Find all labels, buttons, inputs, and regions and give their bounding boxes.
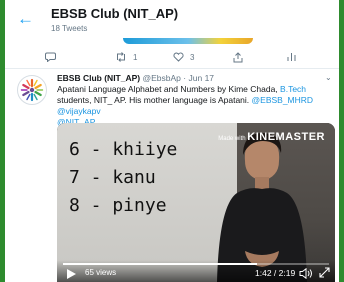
- divider: [5, 68, 339, 69]
- author-handle[interactable]: @EbsbAp: [143, 73, 181, 83]
- slide-line: 8 - pinye: [69, 195, 167, 216]
- tweet-text-part: students, NIT_ AP. His mother language i…: [57, 95, 252, 105]
- club-logo-icon: [20, 78, 44, 102]
- retweet-icon: [117, 52, 125, 62]
- like-button[interactable]: 3: [173, 52, 194, 62]
- link-btech[interactable]: B.Tech: [280, 84, 306, 94]
- progress-bar[interactable]: [63, 263, 329, 265]
- share-button[interactable]: [233, 52, 243, 63]
- view-count: 65 views: [85, 268, 117, 277]
- watermark-small-text: Made with: [218, 136, 246, 142]
- analytics-icon: [287, 53, 296, 61]
- heart-icon: [173, 52, 184, 62]
- author-name[interactable]: EBSB Club (NIT_AP): [57, 73, 140, 83]
- reply-button[interactable]: [45, 52, 56, 62]
- chevron-down-icon[interactable]: ⌄: [325, 73, 332, 82]
- kinemaster-watermark: Made with KINEMASTER: [218, 131, 325, 143]
- slide-line: 7 - kanu: [69, 167, 156, 188]
- profile-title: EBSB Club (NIT_AP): [51, 6, 179, 21]
- mention-vijaykapv[interactable]: @vijaykapv: [57, 106, 101, 116]
- slide-line: 6 - khiiye: [69, 139, 178, 160]
- tweet-text-part: Apatani Language Alphabet and Numbers by…: [57, 84, 281, 94]
- volume-icon[interactable]: [299, 268, 313, 279]
- tweet-date[interactable]: Jun 17: [189, 73, 215, 83]
- watermark-brand: KINEMASTER: [247, 131, 325, 143]
- share-icon: [233, 52, 243, 63]
- progress-fill: [63, 263, 258, 265]
- tweet-header: EBSB Club (NIT_AP) @EbsbAp · Jun 17: [57, 73, 214, 83]
- retweet-button[interactable]: 1: [115, 52, 137, 62]
- like-count: 3: [190, 52, 195, 62]
- previous-tweet-actions: 1 3: [45, 52, 335, 66]
- reply-icon: [45, 52, 56, 62]
- retweet-count: 1: [133, 52, 138, 62]
- back-arrow-icon[interactable]: ←: [17, 10, 34, 27]
- analytics-button[interactable]: [287, 52, 296, 61]
- twitter-window: ← EBSB Club (NIT_AP) 18 Tweets 1 3 EBSB …: [5, 0, 339, 282]
- previous-tweet-image[interactable]: [123, 38, 253, 44]
- video-player[interactable]: 6 - khiiye 7 - kanu 8 - pinye Made with …: [57, 123, 335, 282]
- tweet-count: 18 Tweets: [51, 24, 88, 33]
- dot-separator: ·: [183, 73, 187, 83]
- fullscreen-icon[interactable]: [319, 267, 330, 278]
- play-icon[interactable]: [67, 269, 76, 279]
- avatar[interactable]: [17, 75, 47, 105]
- video-controls: 65 views 1:42 / 2:19: [57, 260, 335, 282]
- video-time: 1:42 / 2:19: [255, 268, 296, 278]
- profile-header: ← EBSB Club (NIT_AP) 18 Tweets: [5, 0, 339, 40]
- tweet-text: Apatani Language Alphabet and Numbers by…: [57, 84, 337, 128]
- mention-ebsb-mhrd[interactable]: @EBSB_MHRD: [252, 95, 314, 105]
